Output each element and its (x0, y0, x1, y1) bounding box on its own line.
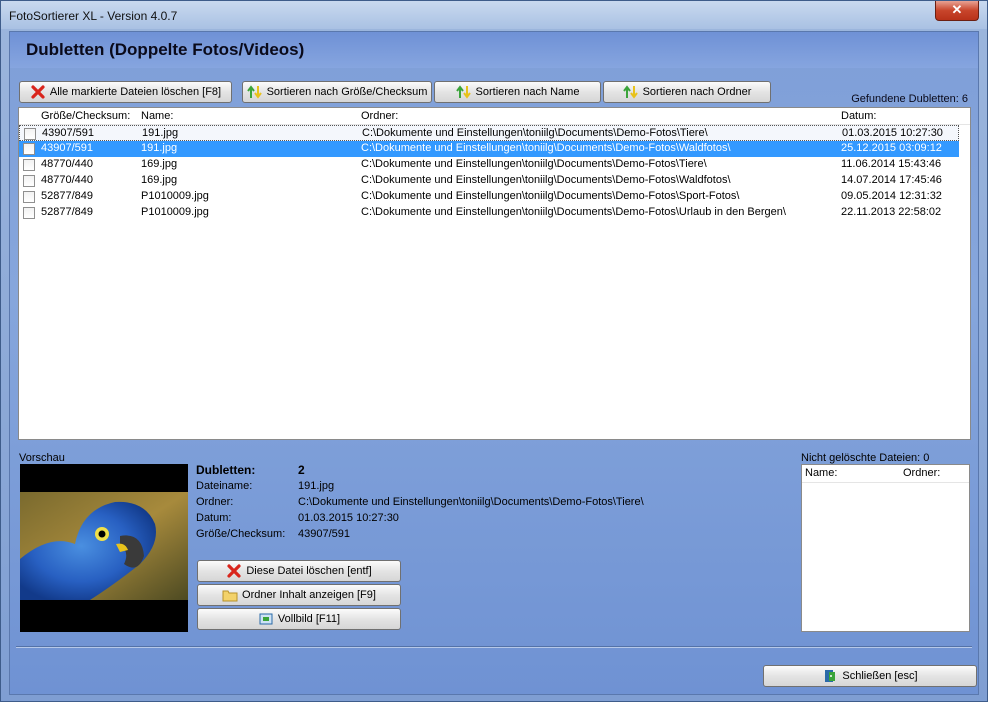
row-date: 01.03.2015 10:27:30 (842, 127, 943, 139)
row-size: 52877/849 (41, 206, 93, 218)
column-header-name[interactable]: Name: (141, 110, 173, 122)
row-name: 169.jpg (141, 158, 178, 170)
row-name: 191.jpg (142, 127, 179, 139)
table-row[interactable]: 48770/440 169.jpg C:\Dokumente und Einst… (19, 173, 959, 189)
row-date: 09.05.2014 12:31:32 (841, 190, 942, 202)
info-dubletten-value: 2 (298, 463, 305, 477)
row-checkbox[interactable] (23, 191, 35, 203)
fullscreen-button[interactable]: Vollbild [F11] (197, 608, 401, 630)
row-size: 43907/591 (41, 142, 93, 154)
close-button[interactable]: Schließen [esc] (763, 665, 977, 687)
row-folder: C:\Dokumente und Einstellungen\toniilg\D… (362, 127, 708, 139)
row-checkbox[interactable] (23, 159, 35, 171)
row-checkbox[interactable] (23, 207, 35, 219)
row-folder: C:\Dokumente und Einstellungen\toniilg\D… (361, 206, 786, 218)
not-deleted-col-name[interactable]: Name: (805, 467, 837, 479)
list-header: Größe/Checksum: Name: Ordner: Datum: (19, 108, 970, 125)
show-folder-label: Ordner Inhalt anzeigen [F9] (242, 589, 376, 601)
page-title: Dubletten (Doppelte Fotos/Videos) (26, 40, 305, 59)
sort-folder-button[interactable]: Sortieren nach Ordner (603, 81, 771, 103)
sort-name-label: Sortieren nach Name (475, 86, 580, 98)
delete-file-button[interactable]: Diese Datei löschen [entf] (197, 560, 401, 582)
sort-arrows-icon (246, 84, 263, 100)
row-size: 43907/591 (42, 127, 94, 139)
title-bar[interactable]: FotoSortierer XL - Version 4.0.7 ✕ (1, 1, 987, 29)
found-count: Gefundene Dubletten: 6 (851, 93, 968, 105)
delete-file-label: Diese Datei löschen [entf] (246, 565, 372, 577)
sort-size-button[interactable]: Sortieren nach Größe/Checksum (242, 81, 432, 103)
delete-x-icon (226, 563, 242, 579)
duplicates-list[interactable]: Größe/Checksum: Name: Ordner: Datum: 439… (18, 107, 971, 440)
show-folder-button[interactable]: Ordner Inhalt anzeigen [F9] (197, 584, 401, 606)
folder-icon (222, 587, 238, 603)
table-row[interactable]: 43907/591 191.jpg C:\Dokumente und Einst… (19, 141, 959, 157)
sort-arrows-icon (455, 84, 472, 100)
exit-door-icon (822, 668, 838, 684)
column-header-folder[interactable]: Ordner: (361, 110, 398, 122)
table-row[interactable]: 43907/591 191.jpg C:\Dokumente und Einst… (19, 125, 959, 141)
table-row[interactable]: 52877/849 P1010009.jpg C:\Dokumente und … (19, 189, 959, 205)
header-band: Dubletten (Doppelte Fotos/Videos) (10, 32, 978, 68)
row-name: 169.jpg (141, 174, 178, 186)
fullscreen-icon (258, 611, 274, 627)
row-date: 14.07.2014 17:45:46 (841, 174, 942, 186)
footer-separator (16, 646, 972, 648)
close-label: Schließen [esc] (842, 670, 918, 682)
not-deleted-col-folder[interactable]: Ordner: (903, 467, 940, 479)
row-name: P1010009.jpg (141, 206, 209, 218)
sort-arrows-icon (622, 84, 639, 100)
row-size: 48770/440 (41, 158, 93, 170)
row-folder: C:\Dokumente und Einstellungen\toniilg\D… (361, 190, 740, 202)
preview-label: Vorschau (19, 452, 65, 464)
not-deleted-list[interactable]: Name: Ordner: (801, 464, 970, 632)
info-dubletten-label: Dubletten: (196, 463, 256, 477)
sort-folder-label: Sortieren nach Ordner (642, 86, 752, 98)
row-size: 52877/849 (41, 190, 93, 202)
info-filename-value: 191.jpg (298, 480, 335, 492)
delete-x-icon (30, 84, 46, 100)
info-date-label: Datum: (196, 512, 232, 524)
sort-name-button[interactable]: Sortieren nach Name (434, 81, 601, 103)
info-checksum-label: Größe/Checksum: (196, 528, 286, 540)
row-checkbox[interactable] (23, 175, 35, 187)
column-header-date[interactable]: Datum: (841, 110, 876, 122)
delete-marked-button[interactable]: Alle markierte Dateien löschen [F8] (19, 81, 232, 103)
info-folder-label: Ordner: (196, 496, 234, 508)
column-header-size[interactable]: Größe/Checksum: (41, 110, 130, 122)
row-date: 22.11.2013 22:58:02 (841, 206, 942, 218)
info-date-value: 01.03.2015 10:27:30 (298, 512, 399, 524)
dialog-content: Dubletten (Doppelte Fotos/Videos) Alle m… (9, 31, 979, 695)
window-close-button[interactable]: ✕ (935, 1, 979, 21)
row-name: 191.jpg (141, 142, 178, 154)
row-size: 48770/440 (41, 174, 93, 186)
row-name: P1010009.jpg (141, 190, 209, 202)
row-folder: C:\Dokumente und Einstellungen\toniilg\D… (361, 142, 731, 154)
table-row[interactable]: 48770/440 169.jpg C:\Dokumente und Einst… (19, 157, 959, 173)
row-date: 11.06.2014 15:43:46 (841, 158, 942, 170)
info-folder-value: C:\Dokumente und Einstellungen\toniilg\D… (298, 496, 644, 508)
parrot-photo (20, 464, 188, 632)
row-folder: C:\Dokumente und Einstellungen\toniilg\D… (361, 158, 707, 170)
fullscreen-label: Vollbild [F11] (277, 613, 341, 625)
preview-image (20, 464, 188, 632)
sort-size-label: Sortieren nach Größe/Checksum (266, 86, 428, 98)
info-checksum-value: 43907/591 (298, 528, 350, 540)
row-date: 25.12.2015 03:09:12 (841, 142, 942, 154)
not-deleted-label: Nicht gelöschte Dateien: 0 (801, 452, 930, 464)
table-row[interactable]: 52877/849 P1010009.jpg C:\Dokumente und … (19, 205, 959, 221)
window-title: FotoSortierer XL - Version 4.0.7 (9, 9, 178, 23)
app-window: FotoSortierer XL - Version 4.0.7 ✕ Duble… (0, 0, 988, 702)
row-folder: C:\Dokumente und Einstellungen\toniilg\D… (361, 174, 731, 186)
info-filename-label: Dateiname: (196, 480, 253, 492)
row-checkbox[interactable] (24, 128, 36, 140)
not-deleted-header-divider (802, 482, 969, 483)
row-checkbox[interactable] (23, 143, 35, 155)
delete-marked-label: Alle markierte Dateien löschen [F8] (49, 86, 222, 98)
